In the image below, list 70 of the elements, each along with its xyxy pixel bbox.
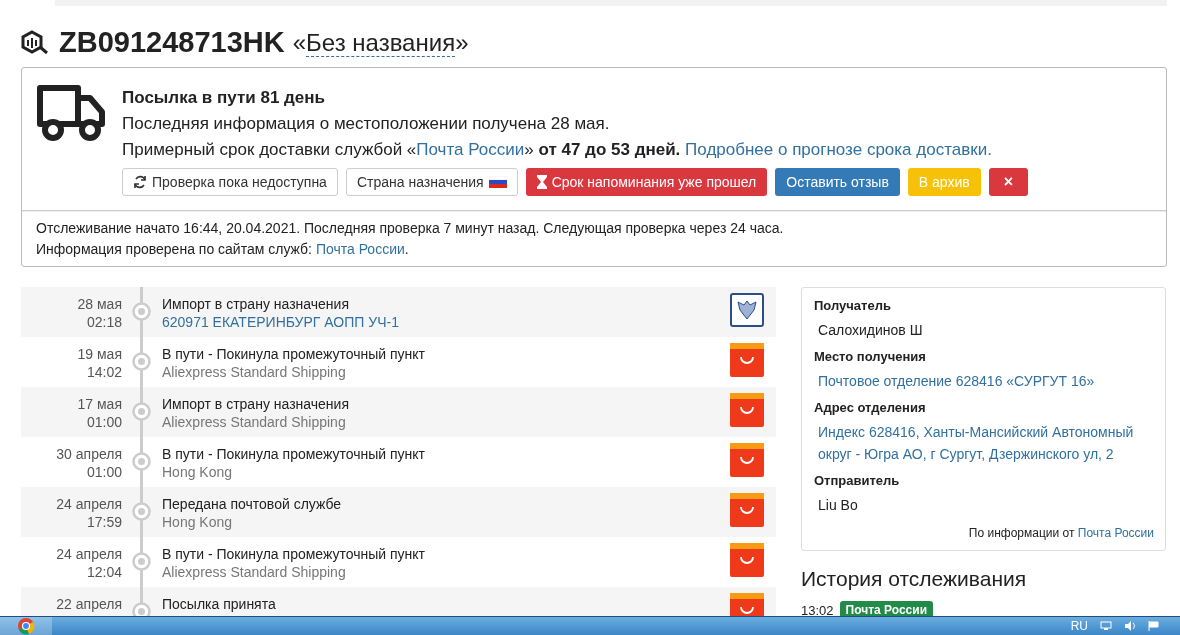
history-time: 13:02	[801, 602, 834, 616]
field-value: Liu Bo	[818, 496, 859, 515]
parcel-name-link[interactable]: Без названия	[306, 28, 456, 57]
event-time: 17:59	[85, 513, 122, 531]
flag-icon[interactable]	[1148, 621, 1160, 631]
event-date: 24 апреля	[55, 495, 122, 513]
speaker-icon[interactable]	[1124, 621, 1136, 631]
shopping-bag-icon	[730, 443, 764, 477]
parcel-name: «Без названия»	[292, 28, 469, 57]
location-text: Последняя информация о местоположении получена 28 мая.	[122, 114, 611, 134]
shopping-bag-icon	[730, 343, 764, 377]
shopping-bag-icon	[730, 543, 764, 577]
shopping-bag-icon	[730, 493, 764, 527]
history-title: История отслеживания	[801, 567, 1028, 591]
tracking-number: ZB091248713HK	[59, 26, 285, 59]
service-tag: Почта России	[839, 601, 934, 616]
event-title: Передана почтовой службе	[162, 495, 343, 513]
event-title: В пути - Покинула промежуточный пункт	[162, 545, 426, 563]
event-date: 17 мая	[76, 395, 122, 413]
event-time: 14:02	[85, 363, 122, 381]
truck-icon	[36, 84, 108, 142]
hourglass-icon	[536, 175, 547, 189]
service-link[interactable]: Почта России	[315, 241, 405, 257]
service-link[interactable]: Почта России	[416, 140, 525, 159]
event-location: Aliexpress Standard Shipping	[162, 563, 347, 581]
event-date: 30 апреля	[55, 445, 122, 463]
field-label: Место получения	[814, 349, 927, 364]
office-link[interactable]: 620971 ЕКАТЕРИНБУРГ АОПП УЧ-1	[162, 314, 399, 330]
services-text: Информация проверена по сайтам служб: Почта России.	[36, 240, 410, 259]
country-button[interactable]: Страна назначения	[345, 168, 518, 196]
refresh-button[interactable]: Проверка пока недоступна	[122, 168, 338, 196]
tracking-info-text: Отслеживание начато 16:44, 20.04.2021. Последняя проверка 7 минут назад. Следующая проверка через 24 часа.	[36, 219, 785, 238]
event-location: Hong Kong	[162, 463, 234, 481]
event-time: 12:04	[85, 563, 122, 581]
field-label: Отправитель	[814, 473, 901, 488]
event-title: Импорт в страну назначения	[162, 395, 350, 413]
field-value: Салохидинов Ш	[818, 321, 924, 340]
package-search-icon	[21, 29, 51, 56]
estimate-text: Примерный срок доставки службой «Почта России» от 47 до 53 дней. Подробнее о прогнозе срока доставки.	[122, 140, 993, 160]
event-title: Импорт в страну назначения	[162, 295, 350, 313]
event-location: Hong Kong	[162, 513, 234, 531]
event-date: 22 апреля	[55, 595, 122, 613]
field-link[interactable]: Индекс 628416, Ханты-Мансийский Автономный округ - Югра АО, г Сургут, Дзержинского ул, 2	[818, 421, 1154, 465]
field-label: Получатель	[814, 298, 892, 313]
forecast-link[interactable]: Подробнее о прогнозе срока доставки.	[685, 140, 992, 159]
event-time: 01:00	[85, 463, 122, 481]
review-button[interactable]: Оставить отзыв	[775, 168, 900, 196]
reminder-button[interactable]: Срок напоминания уже прошел	[525, 168, 768, 196]
event-title: В пути - Покинула промежуточный пункт	[162, 445, 426, 463]
event-title: В пути - Покинула промежуточный пункт	[162, 345, 426, 363]
event-date: 28 мая	[76, 295, 122, 313]
flag-icon	[488, 176, 507, 188]
refresh-icon	[133, 175, 147, 189]
event-date: 19 мая	[76, 345, 122, 363]
event-location: Aliexpress Standard Shipping	[162, 363, 347, 381]
event-time: 01:00	[85, 413, 122, 431]
event-time: 02:18	[85, 313, 122, 331]
event-location: Aliexpress Standard Shipping	[162, 413, 347, 431]
shopping-bag-icon	[730, 393, 764, 427]
source-text: По информации от Почта России	[967, 526, 1154, 540]
language-indicator[interactable]: RU	[1070, 619, 1088, 633]
browser-icon[interactable]	[17, 617, 35, 635]
field-label: Адрес отделения	[814, 400, 927, 415]
delete-button[interactable]: ×	[988, 168, 1029, 196]
service-link[interactable]: Почта России	[1077, 526, 1154, 540]
field-link[interactable]: Почтовое отделение 628416 «СУРГУТ 16»	[818, 370, 1154, 392]
status-title: Посылка в пути 81 день	[122, 88, 327, 108]
event-date: 24 апреля	[55, 545, 122, 563]
network-icon[interactable]	[1100, 621, 1112, 631]
event-title: Посылка принята	[162, 595, 277, 613]
